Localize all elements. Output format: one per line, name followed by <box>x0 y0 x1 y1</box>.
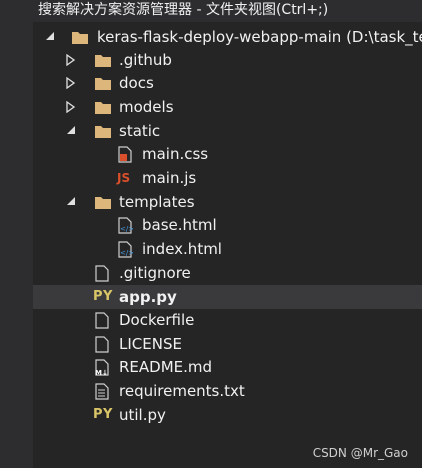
expanded-arrow-icon[interactable] <box>66 119 78 143</box>
watermark: CSDN @Mr_Gao <box>312 446 408 460</box>
tree-item-templates[interactable]: templates <box>33 190 422 214</box>
text-file-icon <box>94 379 112 403</box>
folder-icon <box>94 190 112 214</box>
left-margin <box>0 22 33 468</box>
tree-item-models[interactable]: models <box>33 95 422 119</box>
tree-item-license[interactable]: LICENSE <box>33 332 422 356</box>
tree-item-dockerfile[interactable]: Dockerfile <box>33 308 422 332</box>
text-file-icon <box>94 332 112 356</box>
tree-item-index-html[interactable]: </> index.html <box>33 237 422 261</box>
tree-item-static[interactable]: static <box>33 119 422 143</box>
svg-text:</>: </> <box>120 225 133 233</box>
tree-item-gitignore[interactable]: .gitignore <box>33 261 422 285</box>
tree-item-label: base.html <box>142 216 217 234</box>
file-tree: keras-flask-deploy-webapp-main (D:\task_… <box>33 22 422 468</box>
tree-item-label: main.css <box>142 145 209 163</box>
tree-item-app-py[interactable]: PY app.py <box>33 285 422 309</box>
html-file-icon: </> <box>117 213 135 237</box>
tree-item-label: .github <box>119 51 172 69</box>
expanded-arrow-icon[interactable] <box>66 190 78 214</box>
window-title: 搜索解决方案资源管理器 - 文件夹视图(Ctrl+;) <box>0 0 422 22</box>
tree-item-label: .gitignore <box>119 264 191 282</box>
tree-item-label: static <box>119 122 161 140</box>
tree-item-base-html[interactable]: </> base.html <box>33 213 422 237</box>
text-file-icon <box>94 308 112 332</box>
tree-item-main-js[interactable]: JS main.js <box>33 166 422 190</box>
expanded-arrow-icon[interactable] <box>45 25 57 49</box>
folder-icon <box>94 95 112 119</box>
tree-item-label: util.py <box>119 406 166 424</box>
svg-text:M↓: M↓ <box>95 369 108 376</box>
tree-item-label: models <box>119 98 174 116</box>
python-badge-icon: PY <box>93 407 113 422</box>
tree-item-docs[interactable]: docs <box>33 71 422 95</box>
folder-icon <box>71 25 89 49</box>
svg-text:</>: </> <box>120 249 133 257</box>
markdown-file-icon: M↓ <box>94 355 112 379</box>
tree-item-util-py[interactable]: PY util.py <box>33 403 422 427</box>
collapsed-arrow-icon[interactable] <box>66 71 78 95</box>
tree-item-root[interactable]: keras-flask-deploy-webapp-main (D:\task_… <box>33 25 422 49</box>
collapsed-arrow-icon[interactable] <box>66 95 78 119</box>
tree-item-label: index.html <box>142 240 222 258</box>
tree-item-label: docs <box>119 74 154 92</box>
tree-item-label: requirements.txt <box>119 382 245 400</box>
tree-item-label: templates <box>119 193 195 211</box>
tree-item-label: Dockerfile <box>119 311 195 329</box>
text-file-icon <box>94 261 112 285</box>
tree-item-label: README.md <box>119 358 213 376</box>
tree-item-label: keras-flask-deploy-webapp-main (D:\task_… <box>97 28 422 46</box>
tree-item-github[interactable]: .github <box>33 48 422 72</box>
html-file-icon: </> <box>117 237 135 261</box>
tree-item-label: main.js <box>142 169 197 187</box>
python-badge-icon: PY <box>93 289 113 304</box>
folder-icon <box>94 119 112 143</box>
tree-item-label: app.py <box>119 288 177 306</box>
tree-item-label: LICENSE <box>119 335 182 353</box>
collapsed-arrow-icon[interactable] <box>66 48 78 72</box>
css-file-icon <box>117 142 135 166</box>
javascript-badge-icon: JS <box>117 171 131 185</box>
folder-icon <box>94 71 112 95</box>
folder-icon <box>94 48 112 72</box>
tree-item-main-css[interactable]: main.css <box>33 142 422 166</box>
tree-item-readme[interactable]: M↓ README.md <box>33 355 422 379</box>
tree-item-requirements[interactable]: requirements.txt <box>33 379 422 403</box>
